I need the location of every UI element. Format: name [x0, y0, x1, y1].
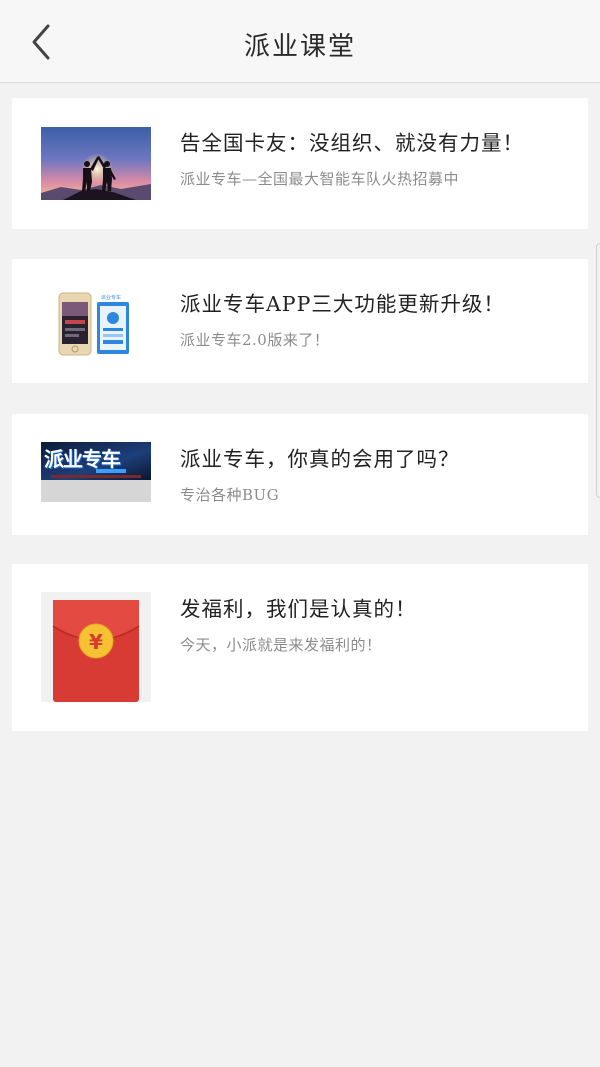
article-subtitle: 派业专车—全国最大智能车队火热招募中	[180, 170, 460, 188]
article-card-how-to-use[interactable]: 派业专车 派业专车，你真的会用了吗？ 专治各种BUG	[12, 414, 588, 535]
article-title: 派业专车APP三大功能更新升级！	[180, 292, 505, 316]
article-card-welfare[interactable]: ¥ 发福利，我们是认真的！ 今天，小派就是来发福利的！	[12, 564, 588, 731]
edge-panel-handle[interactable]	[596, 243, 600, 498]
paiye-banner-image: 派业专车	[41, 442, 151, 502]
yen-symbol: ¥	[89, 630, 103, 654]
red-envelope-image: ¥	[41, 592, 151, 702]
article-card-app-update[interactable]: 派业专车 派业专车APP三大功能更新升级！ 派业专车2.0版来了！	[12, 259, 588, 383]
svg-text:派业专车: 派业专车	[101, 294, 121, 301]
article-title: 派业专车，你真的会用了吗？	[180, 447, 460, 471]
article-title: 告全国卡友：没组织、就没有力量！	[180, 131, 524, 155]
article-subtitle: 今天，小派就是来发福利的！	[180, 636, 382, 654]
top-nav-bar: 派业课堂	[0, 0, 600, 83]
banner-text: 派业专车	[44, 447, 121, 471]
article-subtitle: 专治各种BUG	[180, 486, 280, 504]
sunset-teamwork-image	[41, 127, 151, 200]
page-title: 派业课堂	[243, 32, 356, 62]
article-title: 发福利，我们是认真的！	[180, 597, 417, 621]
app-screens-image: 派业专车	[41, 286, 151, 358]
article-subtitle: 派业专车2.0版来了！	[180, 331, 330, 349]
article-card-recruit[interactable]: 告全国卡友：没组织、就没有力量！ 派业专车—全国最大智能车队火热招募中	[12, 98, 588, 229]
